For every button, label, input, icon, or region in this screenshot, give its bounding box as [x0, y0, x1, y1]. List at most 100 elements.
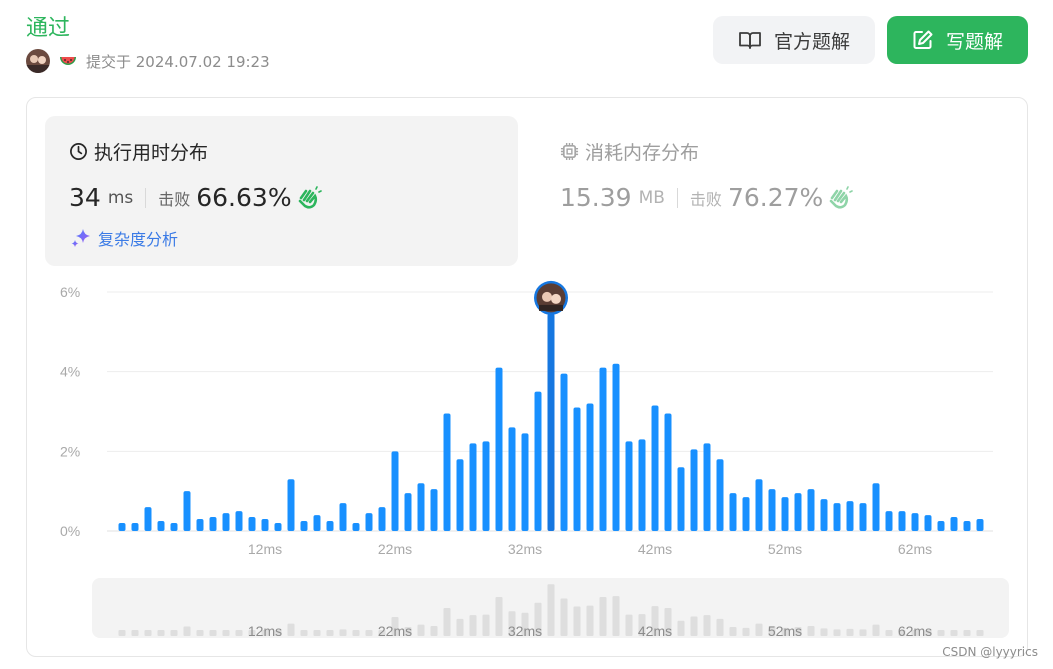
chart-bar: [651, 405, 659, 531]
mini-chart-bar: [807, 626, 815, 636]
chart-bar: [508, 427, 516, 531]
chart-bar: [378, 507, 386, 531]
avatar-face: [542, 291, 552, 302]
chart-bar: [534, 391, 542, 531]
chart-bar: [703, 443, 711, 531]
y-tick-label: 6%: [60, 284, 80, 300]
mini-chart-bar: [872, 624, 880, 636]
mini-chart-bar: [430, 626, 438, 636]
mini-chart-bar: [573, 606, 581, 636]
mini-chart-bar: [547, 584, 555, 636]
mini-x-tick-label: 32ms: [508, 623, 542, 639]
chart-bar: [638, 439, 646, 531]
chart-bar: [209, 517, 217, 531]
chart-bar: [313, 515, 321, 531]
mini-chart-bar: [742, 627, 750, 636]
mini-chart-bar: [729, 626, 737, 636]
chart-bar: [794, 493, 802, 531]
chart-bar: [469, 443, 477, 531]
chart-bar: [976, 519, 984, 531]
mini-chart-bar: [365, 630, 373, 636]
chart-bar: [157, 521, 165, 531]
chart-bar: [911, 513, 919, 531]
x-tick-label: 32ms: [508, 541, 542, 557]
mini-x-tick-label: 52ms: [768, 623, 802, 639]
chart-bar: [456, 459, 464, 531]
avatar-face: [551, 293, 561, 304]
mini-chart-bar: [963, 630, 971, 636]
mini-chart-bar: [417, 624, 425, 636]
mini-chart-bar: [755, 623, 763, 636]
chart-bar: [482, 441, 490, 531]
chart-bar: [170, 523, 178, 531]
mini-chart-bar: [313, 630, 321, 636]
mini-x-tick-label: 22ms: [378, 623, 412, 639]
y-tick-label: 2%: [60, 443, 80, 459]
mini-chart-bar: [235, 630, 243, 636]
mini-chart-bar: [586, 605, 594, 636]
chart-bar: [859, 503, 867, 531]
chart-bar: [755, 479, 763, 531]
chart-bar: [742, 497, 750, 531]
mini-chart-bar: [976, 630, 984, 636]
chart-bar: [326, 521, 334, 531]
chart-bar: [560, 373, 568, 531]
chart-bar: [495, 367, 503, 531]
chart-bar: [339, 503, 347, 531]
avatar-marker: [534, 280, 568, 315]
chart-bar: [690, 449, 698, 531]
mini-chart-bar: [326, 630, 334, 636]
chart-bar: [963, 521, 971, 531]
mini-chart-bar: [885, 630, 893, 636]
chart-bar: [729, 493, 737, 531]
x-tick-label: 52ms: [768, 541, 802, 557]
mini-chart-bar: [469, 615, 477, 636]
chart-bar: [820, 499, 828, 531]
x-tick-label: 22ms: [378, 541, 412, 557]
mini-chart-bar: [937, 630, 945, 636]
mini-chart-bar: [612, 596, 620, 636]
chart-bar: [118, 523, 126, 531]
chart-bar: [521, 433, 529, 531]
mini-chart-bar: [677, 620, 685, 636]
mini-chart-bar: [157, 630, 165, 636]
mini-chart-bar: [443, 607, 451, 636]
mini-chart-bar: [820, 628, 828, 636]
mini-chart-bar: [196, 630, 204, 636]
mini-chart-bar: [352, 630, 360, 636]
chart-bar: [222, 513, 230, 531]
chart-bar: [664, 413, 672, 531]
chart-bar: [144, 507, 152, 531]
mini-chart-bar: [131, 630, 139, 636]
chart-bar: [950, 517, 958, 531]
mini-chart-bar: [170, 630, 178, 636]
mini-chart-bar: [456, 618, 464, 636]
mini-chart-bar: [716, 618, 724, 636]
mini-chart-bar: [339, 629, 347, 636]
mini-chart-bar: [833, 629, 841, 636]
chart-bar: [846, 501, 854, 531]
chart-bar: [235, 511, 243, 531]
mini-chart-bar: [560, 598, 568, 636]
chart-bar: [300, 521, 308, 531]
chart-bar: [404, 493, 412, 531]
chart-bar: [547, 313, 555, 531]
current-submission-marker: [534, 280, 568, 315]
mini-chart-bar: [482, 614, 490, 636]
chart-bar: [196, 519, 204, 531]
mini-x-tick-label: 42ms: [638, 623, 672, 639]
chart-bar: [612, 363, 620, 531]
mini-chart-bar: [703, 615, 711, 636]
mini-chart-bar: [287, 623, 295, 636]
mini-x-tick-label: 62ms: [898, 623, 932, 639]
chart-bar: [937, 521, 945, 531]
mini-x-tick-label: 12ms: [248, 623, 282, 639]
chart-bar: [807, 489, 815, 531]
mini-chart-bar: [950, 630, 958, 636]
chart-bar: [131, 523, 139, 531]
chart-bar: [183, 491, 191, 531]
mini-chart-bar: [846, 628, 854, 636]
mini-chart-bar: [183, 626, 191, 636]
chart-bar: [443, 413, 451, 531]
chart-bar: [417, 483, 425, 531]
